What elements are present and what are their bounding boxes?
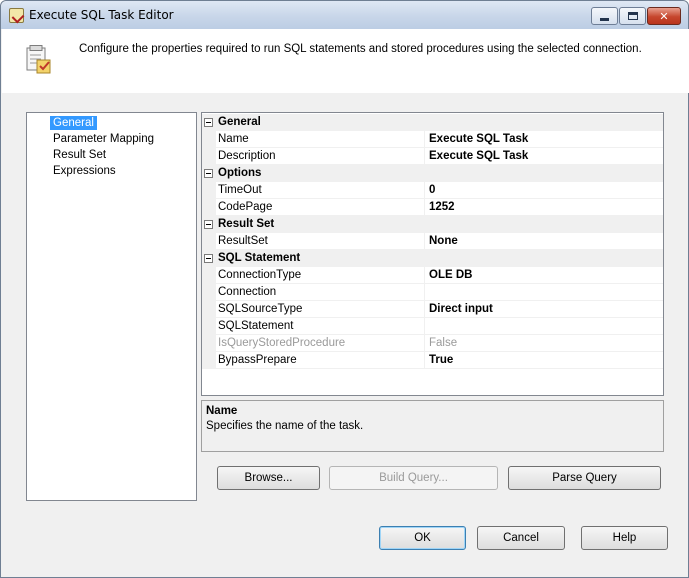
- row-gutter: [202, 301, 216, 318]
- row-gutter: [202, 233, 216, 250]
- maximize-button[interactable]: [619, 7, 646, 25]
- browse-button[interactable]: Browse...: [217, 466, 320, 490]
- task-editor-icon: [9, 8, 24, 23]
- row-gutter: [202, 199, 216, 216]
- minimize-icon: [600, 17, 609, 21]
- minimize-button[interactable]: [591, 7, 618, 25]
- property-value: False: [429, 337, 458, 349]
- column-divider: [424, 199, 425, 216]
- category-label: Result Set: [218, 218, 275, 230]
- parse-query-button[interactable]: Parse Query: [508, 466, 661, 490]
- column-divider: [424, 284, 425, 301]
- category-sql-statement[interactable]: SQL Statement: [202, 250, 663, 267]
- nav-item-general[interactable]: General: [50, 116, 97, 130]
- nav-item-expressions[interactable]: Expressions: [50, 164, 119, 178]
- row-gutter: [202, 148, 216, 165]
- close-button[interactable]: ✕: [647, 7, 681, 25]
- header-description: Configure the properties required to run…: [79, 43, 642, 55]
- column-divider: [424, 301, 425, 318]
- category-label: SQL Statement: [218, 252, 301, 264]
- collapse-icon[interactable]: [204, 254, 213, 263]
- property-name: TimeOut: [218, 184, 262, 196]
- window-title: Execute SQL Task Editor: [29, 8, 174, 22]
- property-row-sqlsourcetype[interactable]: SQLSourceType Direct input: [202, 301, 663, 318]
- column-divider: [424, 131, 425, 148]
- category-options[interactable]: Options: [202, 165, 663, 182]
- nav-item-result-set[interactable]: Result Set: [50, 148, 109, 162]
- property-name: BypassPrepare: [218, 354, 297, 366]
- nav-item-parameter-mapping[interactable]: Parameter Mapping: [50, 132, 157, 146]
- property-row-resultset[interactable]: ResultSet None: [202, 233, 663, 250]
- column-divider: [424, 233, 425, 250]
- row-gutter: [202, 131, 216, 148]
- property-row-connection[interactable]: Connection: [202, 284, 663, 301]
- description-title: Name: [206, 405, 238, 417]
- property-value[interactable]: OLE DB: [429, 269, 472, 281]
- property-grid: General Name Execute SQL Task Descriptio…: [201, 112, 664, 396]
- row-gutter: [202, 352, 216, 369]
- property-value[interactable]: Execute SQL Task: [429, 133, 528, 145]
- property-row-bypassprepare[interactable]: BypassPrepare True: [202, 352, 663, 369]
- property-value[interactable]: Direct input: [429, 303, 493, 315]
- property-value[interactable]: True: [429, 354, 453, 366]
- property-name: ResultSet: [218, 235, 268, 247]
- property-name: SQLStatement: [218, 320, 294, 332]
- property-row-sqlstatement[interactable]: SQLStatement: [202, 318, 663, 335]
- property-name: ConnectionType: [218, 269, 302, 281]
- execute-sql-task-editor-window: Execute SQL Task Editor ✕ Configure the …: [0, 0, 689, 578]
- category-label: Options: [218, 167, 262, 179]
- ok-button[interactable]: OK: [379, 526, 466, 550]
- title-bar[interactable]: Execute SQL Task Editor ✕: [1, 1, 688, 29]
- property-row-connectiontype[interactable]: ConnectionType OLE DB: [202, 267, 663, 284]
- property-value[interactable]: None: [429, 235, 458, 247]
- collapse-icon[interactable]: [204, 169, 213, 178]
- help-button[interactable]: Help: [581, 526, 668, 550]
- property-value[interactable]: Execute SQL Task: [429, 150, 528, 162]
- category-result-set[interactable]: Result Set: [202, 216, 663, 233]
- cancel-button[interactable]: Cancel: [477, 526, 565, 550]
- sql-task-icon: [26, 45, 51, 74]
- column-divider: [424, 182, 425, 199]
- maximize-icon: [627, 12, 638, 20]
- row-gutter: [202, 335, 216, 352]
- property-name: Name: [218, 133, 249, 145]
- column-divider: [424, 318, 425, 335]
- property-row-codepage[interactable]: CodePage 1252: [202, 199, 663, 216]
- property-row-description[interactable]: Description Execute SQL Task: [202, 148, 663, 165]
- category-label: General: [218, 116, 261, 128]
- header-panel: Configure the properties required to run…: [2, 29, 689, 93]
- row-gutter: [202, 182, 216, 199]
- close-icon: ✕: [659, 9, 669, 23]
- description-body: Specifies the name of the task.: [206, 420, 364, 432]
- property-name: CodePage: [218, 201, 273, 213]
- row-gutter: [202, 284, 216, 301]
- property-value[interactable]: 0: [429, 184, 435, 196]
- property-value[interactable]: 1252: [429, 201, 455, 213]
- property-name: IsQueryStoredProcedure: [218, 337, 346, 349]
- column-divider: [424, 267, 425, 284]
- column-divider: [424, 335, 425, 352]
- build-query-button: Build Query...: [329, 466, 498, 490]
- property-row-isquerystoredprocedure: IsQueryStoredProcedure False: [202, 335, 663, 352]
- property-row-timeout[interactable]: TimeOut 0: [202, 182, 663, 199]
- row-gutter: [202, 318, 216, 335]
- property-row-name[interactable]: Name Execute SQL Task: [202, 131, 663, 148]
- property-name: Description: [218, 150, 276, 162]
- collapse-icon[interactable]: [204, 220, 213, 229]
- property-description-panel: Name Specifies the name of the task.: [201, 400, 664, 452]
- column-divider: [424, 148, 425, 165]
- category-general[interactable]: General: [202, 114, 663, 131]
- page-navigation-list: General Parameter Mapping Result Set Exp…: [26, 112, 197, 501]
- property-name: SQLSourceType: [218, 303, 303, 315]
- column-divider: [424, 352, 425, 369]
- row-gutter: [202, 267, 216, 284]
- collapse-icon[interactable]: [204, 118, 213, 127]
- property-name: Connection: [218, 286, 277, 298]
